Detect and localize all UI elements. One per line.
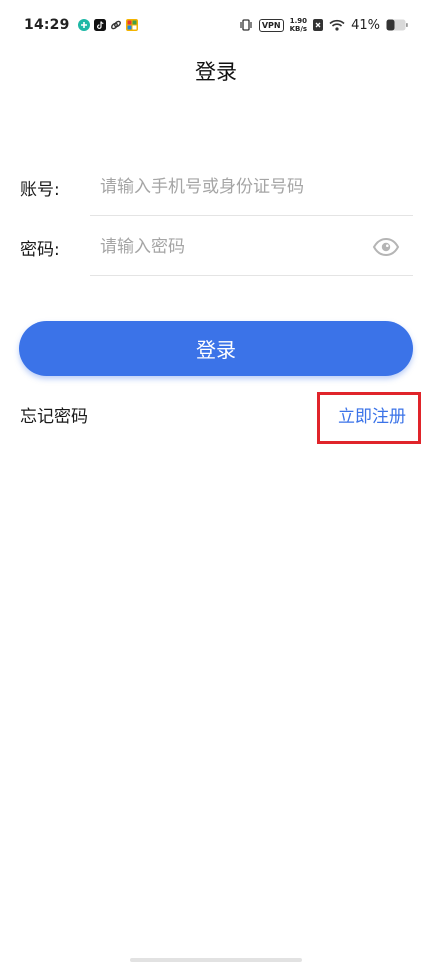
login-screen: 14:29 VPN 1.90 KB/s 41% 登录 账号: 请输入手机号或身份…	[0, 0, 432, 964]
status-time: 14:29	[24, 17, 70, 33]
password-visibility-toggle[interactable]	[371, 232, 401, 262]
page-title: 登录	[195, 60, 237, 84]
vpn-badge: VPN	[258, 18, 284, 32]
network-speed-value: 1.90	[289, 17, 307, 25]
account-field-wrap	[90, 158, 413, 216]
password-field-wrap	[90, 218, 413, 276]
home-indicator[interactable]	[130, 958, 302, 962]
password-row: 密码:	[20, 218, 413, 276]
wifi-icon	[329, 19, 345, 31]
status-bar: 14:29 VPN 1.90 KB/s 41%	[0, 0, 432, 50]
account-row: 账号:	[20, 158, 413, 216]
battery-percentage: 41%	[351, 17, 380, 33]
eye-icon	[372, 237, 400, 256]
network-speed: 1.90 KB/s	[290, 17, 307, 33]
register-link[interactable]: 立即注册	[338, 402, 406, 427]
battery-icon	[386, 19, 408, 31]
network-speed-unit: KB/s	[289, 25, 308, 33]
status-system-icons: VPN 1.90 KB/s 41%	[239, 17, 408, 33]
plus-circle-icon	[77, 19, 90, 31]
status-app-icons	[77, 19, 138, 31]
link-icon	[110, 20, 121, 30]
account-input[interactable]	[90, 158, 413, 215]
password-label: 密码:	[20, 239, 60, 260]
vibrate-icon	[240, 19, 252, 31]
account-label: 账号:	[20, 179, 60, 200]
sim-off-icon	[313, 19, 324, 31]
grid-app-icon	[125, 19, 138, 31]
password-input[interactable]	[90, 218, 371, 275]
login-button[interactable]: 登录	[19, 321, 413, 376]
tiktok-icon	[93, 19, 106, 31]
forgot-password-link[interactable]: 忘记密码	[20, 402, 88, 427]
